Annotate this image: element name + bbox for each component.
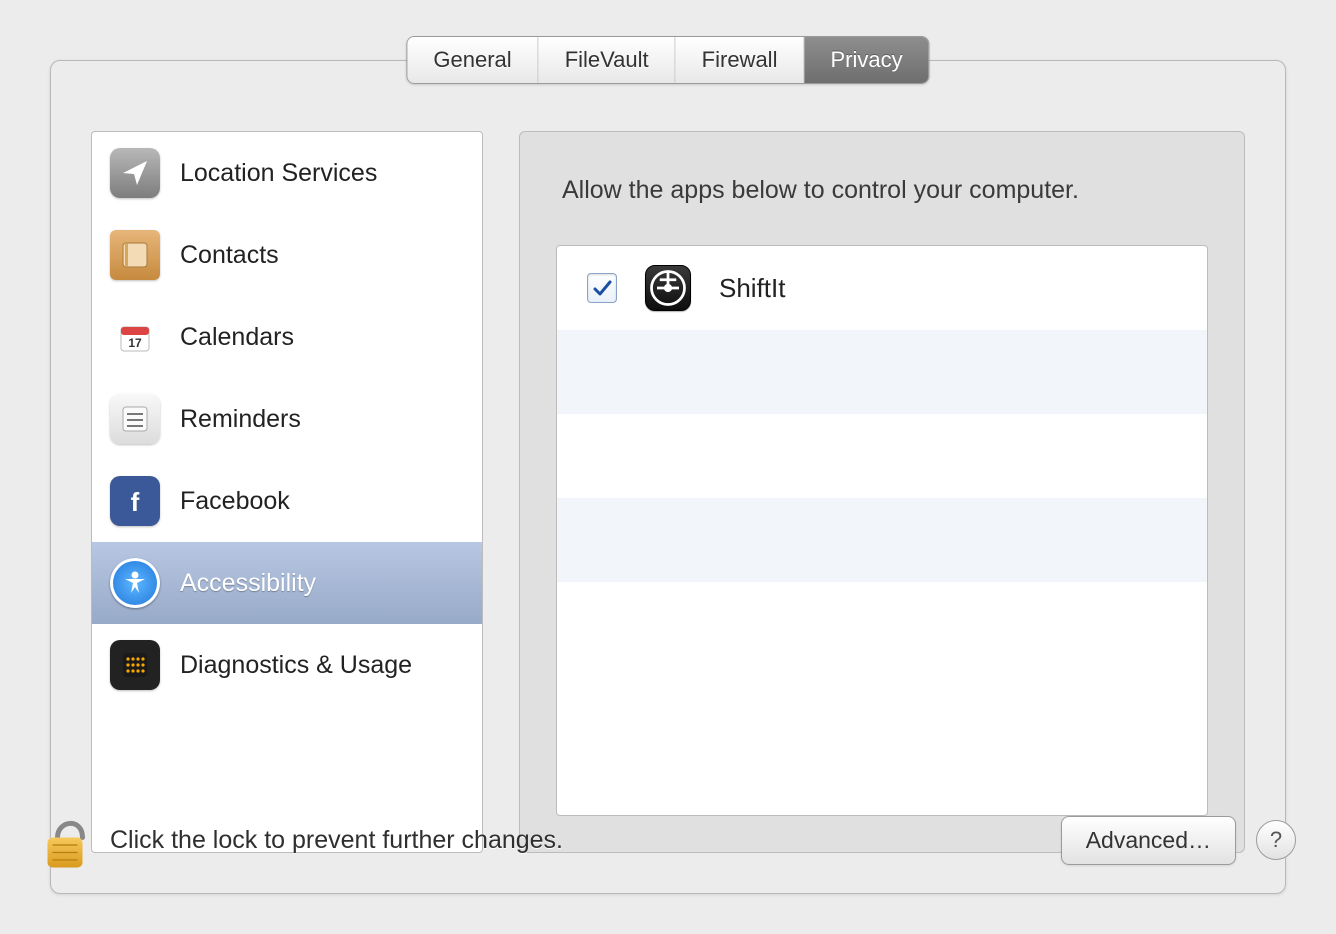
- app-icon: [645, 265, 691, 311]
- diagnostics-icon: [110, 640, 160, 690]
- sidebar-item-label: Location Services: [180, 159, 377, 188]
- help-button[interactable]: ?: [1256, 820, 1296, 860]
- sidebar-item-label: Facebook: [180, 487, 290, 516]
- panel: Location Services Contacts 17: [50, 60, 1286, 894]
- advanced-button[interactable]: Advanced…: [1061, 816, 1236, 865]
- app-row-empty: [557, 330, 1207, 414]
- sidebar-item-label: Accessibility: [180, 569, 316, 598]
- sidebar-item-label: Reminders: [180, 405, 301, 434]
- panel-body: Location Services Contacts 17: [91, 131, 1245, 853]
- app-list: ShiftIt: [556, 245, 1208, 816]
- sidebar-item-accessibility[interactable]: Accessibility: [92, 542, 482, 624]
- sidebar-item-location-services[interactable]: Location Services: [92, 132, 482, 214]
- sidebar-item-diagnostics[interactable]: Diagnostics & Usage: [92, 624, 482, 706]
- content-description: Allow the apps below to control your com…: [562, 176, 1202, 205]
- app-checkbox[interactable]: [587, 273, 617, 303]
- preferences-window: General FileVault Firewall Privacy Locat…: [50, 60, 1286, 894]
- footer: Click the lock to prevent further change…: [40, 810, 1296, 870]
- app-row-empty: [557, 498, 1207, 582]
- sidebar-item-label: Contacts: [180, 241, 279, 270]
- app-row-empty: [557, 414, 1207, 498]
- calendar-icon: 17: [110, 312, 160, 362]
- tab-strip: General FileVault Firewall Privacy: [406, 36, 929, 84]
- facebook-icon: f: [110, 476, 160, 526]
- svg-text:f: f: [131, 487, 140, 517]
- lock-button[interactable]: [40, 810, 90, 870]
- app-name: ShiftIt: [719, 273, 785, 304]
- app-row-empty: [557, 582, 1207, 666]
- sidebar-item-facebook[interactable]: f Facebook: [92, 460, 482, 542]
- tab-privacy[interactable]: Privacy: [804, 37, 928, 83]
- app-row[interactable]: ShiftIt: [557, 246, 1207, 330]
- tab-general[interactable]: General: [407, 37, 538, 83]
- reminders-icon: [110, 394, 160, 444]
- location-icon: [110, 148, 160, 198]
- svg-text:17: 17: [128, 336, 142, 350]
- sidebar-item-contacts[interactable]: Contacts: [92, 214, 482, 296]
- sidebar-item-label: Diagnostics & Usage: [180, 651, 412, 680]
- contacts-icon: [110, 230, 160, 280]
- content-panel: Allow the apps below to control your com…: [519, 131, 1245, 853]
- tab-filevault[interactable]: FileVault: [539, 37, 676, 83]
- accessibility-icon: [110, 558, 160, 608]
- sidebar-item-calendars[interactable]: 17 Calendars: [92, 296, 482, 378]
- tab-firewall[interactable]: Firewall: [676, 37, 805, 83]
- lock-message: Click the lock to prevent further change…: [110, 826, 563, 855]
- privacy-category-sidebar: Location Services Contacts 17: [91, 131, 483, 853]
- checkmark-icon: [592, 278, 612, 298]
- sidebar-item-reminders[interactable]: Reminders: [92, 378, 482, 460]
- sidebar-item-label: Calendars: [180, 323, 294, 352]
